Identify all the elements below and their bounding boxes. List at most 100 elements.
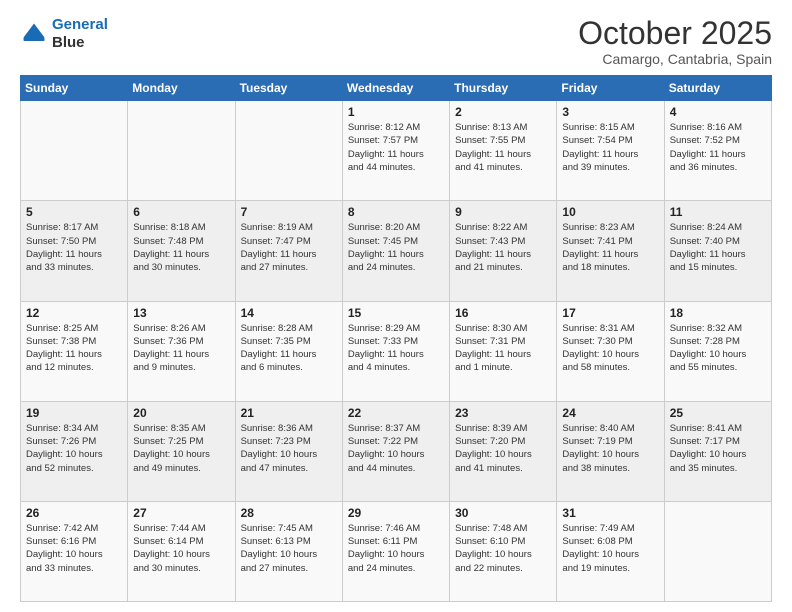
day-number: 10 xyxy=(562,205,658,219)
day-info: Sunrise: 8:15 AMSunset: 7:54 PMDaylight:… xyxy=(562,121,658,174)
title-block: October 2025 Camargo, Cantabria, Spain xyxy=(578,16,772,67)
day-number: 26 xyxy=(26,506,122,520)
calendar-week-row: 5Sunrise: 8:17 AMSunset: 7:50 PMDaylight… xyxy=(21,201,772,301)
page: General Blue October 2025 Camargo, Canta… xyxy=(0,0,792,612)
calendar-day-cell xyxy=(235,101,342,201)
calendar-day-cell xyxy=(21,101,128,201)
day-number: 11 xyxy=(670,205,766,219)
calendar-week-row: 19 Sunrise: 8:34 AMSunset: 7:26 PMDayligh… xyxy=(21,401,772,501)
calendar-day-cell xyxy=(128,101,235,201)
day-info: Sunrise: 7:49 AMSunset: 6:08 PMDaylight:… xyxy=(562,522,658,575)
calendar-day-cell: 23 Sunrise: 8:39 AMSunset: 7:20 PMDayligh… xyxy=(450,401,557,501)
calendar-day-cell: 20 Sunrise: 8:35 AMSunset: 7:25 PMDayligh… xyxy=(128,401,235,501)
day-number: 21 xyxy=(241,406,337,420)
calendar-day-cell: 26 Sunrise: 7:42 AMSunset: 6:16 PMDayligh… xyxy=(21,501,128,601)
calendar-day-cell: 13 Sunrise: 8:26 AMSunset: 7:36 PMDayligh… xyxy=(128,301,235,401)
col-saturday: Saturday xyxy=(664,76,771,101)
calendar-day-cell: 6Sunrise: 8:18 AMSunset: 7:48 PMDaylight… xyxy=(128,201,235,301)
day-info: Sunrise: 8:19 AMSunset: 7:47 PMDaylight:… xyxy=(241,221,337,274)
day-info: Sunrise: 7:48 AMSunset: 6:10 PMDaylight:… xyxy=(455,522,551,575)
calendar-day-cell: 19 Sunrise: 8:34 AMSunset: 7:26 PMDayligh… xyxy=(21,401,128,501)
col-wednesday: Wednesday xyxy=(342,76,449,101)
day-info: Sunrise: 8:28 AMSunset: 7:35 PMDaylight:… xyxy=(241,322,337,375)
calendar-day-cell: 10Sunrise: 8:23 AMSunset: 7:41 PMDayligh… xyxy=(557,201,664,301)
calendar-week-row: 12Sunrise: 8:25 AMSunset: 7:38 PMDayligh… xyxy=(21,301,772,401)
day-number: 20 xyxy=(133,406,229,420)
day-number: 27 xyxy=(133,506,229,520)
day-info: Sunrise: 8:22 AMSunset: 7:43 PMDaylight:… xyxy=(455,221,551,274)
day-info: Sunrise: 8:29 AMSunset: 7:33 PMDaylight:… xyxy=(348,322,444,375)
calendar-day-cell: 12Sunrise: 8:25 AMSunset: 7:38 PMDayligh… xyxy=(21,301,128,401)
day-info: Sunrise: 8:40 AMSunset: 7:19 PMDaylight:… xyxy=(562,422,658,475)
calendar-day-cell: 21 Sunrise: 8:36 AMSunset: 7:23 PMDayligh… xyxy=(235,401,342,501)
calendar-day-cell: 29 Sunrise: 7:46 AMSunset: 6:11 PMDayligh… xyxy=(342,501,449,601)
logo-icon xyxy=(20,20,48,48)
day-number: 1 xyxy=(348,105,444,119)
day-info: Sunrise: 8:32 AMSunset: 7:28 PMDaylight:… xyxy=(670,322,766,375)
day-info: Sunrise: 7:44 AMSunset: 6:14 PMDaylight:… xyxy=(133,522,229,575)
day-number: 4 xyxy=(670,105,766,119)
calendar-day-cell: 28 Sunrise: 7:45 AMSunset: 6:13 PMDayligh… xyxy=(235,501,342,601)
col-monday: Monday xyxy=(128,76,235,101)
day-info: Sunrise: 8:39 AMSunset: 7:20 PMDaylight:… xyxy=(455,422,551,475)
calendar-week-row: 26 Sunrise: 7:42 AMSunset: 6:16 PMDayligh… xyxy=(21,501,772,601)
day-number: 3 xyxy=(562,105,658,119)
day-info: Sunrise: 8:24 AMSunset: 7:40 PMDaylight:… xyxy=(670,221,766,274)
day-info: Sunrise: 8:30 AMSunset: 7:31 PMDaylight:… xyxy=(455,322,551,375)
day-number: 23 xyxy=(455,406,551,420)
day-number: 9 xyxy=(455,205,551,219)
calendar-day-cell: 31 Sunrise: 7:49 AMSunset: 6:08 PMDayligh… xyxy=(557,501,664,601)
col-tuesday: Tuesday xyxy=(235,76,342,101)
calendar-day-cell: 24 Sunrise: 8:40 AMSunset: 7:19 PMDayligh… xyxy=(557,401,664,501)
day-number: 25 xyxy=(670,406,766,420)
calendar-day-cell: 25 Sunrise: 8:41 AMSunset: 7:17 PMDayligh… xyxy=(664,401,771,501)
day-number: 18 xyxy=(670,306,766,320)
header: General Blue October 2025 Camargo, Canta… xyxy=(20,16,772,67)
calendar-day-cell: 9 Sunrise: 8:22 AMSunset: 7:43 PMDaylight… xyxy=(450,201,557,301)
calendar-day-cell xyxy=(664,501,771,601)
calendar-day-cell: 3 Sunrise: 8:15 AMSunset: 7:54 PMDaylight… xyxy=(557,101,664,201)
day-info: Sunrise: 8:26 AMSunset: 7:36 PMDaylight:… xyxy=(133,322,229,375)
calendar-day-cell: 16 Sunrise: 8:30 AMSunset: 7:31 PMDayligh… xyxy=(450,301,557,401)
calendar-day-cell: 14 Sunrise: 8:28 AMSunset: 7:35 PMDayligh… xyxy=(235,301,342,401)
calendar-day-cell: 27 Sunrise: 7:44 AMSunset: 6:14 PMDayligh… xyxy=(128,501,235,601)
calendar-day-cell: 17Sunrise: 8:31 AMSunset: 7:30 PMDayligh… xyxy=(557,301,664,401)
day-number: 2 xyxy=(455,105,551,119)
col-sunday: Sunday xyxy=(21,76,128,101)
calendar-day-cell: 30 Sunrise: 7:48 AMSunset: 6:10 PMDayligh… xyxy=(450,501,557,601)
day-info: Sunrise: 8:16 AMSunset: 7:52 PMDaylight:… xyxy=(670,121,766,174)
day-number: 22 xyxy=(348,406,444,420)
day-number: 31 xyxy=(562,506,658,520)
day-info: Sunrise: 8:17 AMSunset: 7:50 PMDaylight:… xyxy=(26,221,122,274)
day-info: Sunrise: 8:35 AMSunset: 7:25 PMDaylight:… xyxy=(133,422,229,475)
col-thursday: Thursday xyxy=(450,76,557,101)
day-info: Sunrise: 7:45 AMSunset: 6:13 PMDaylight:… xyxy=(241,522,337,575)
day-number: 16 xyxy=(455,306,551,320)
day-number: 19 xyxy=(26,406,122,420)
day-number: 29 xyxy=(348,506,444,520)
day-number: 12 xyxy=(26,306,122,320)
calendar: Sunday Monday Tuesday Wednesday Thursday… xyxy=(20,75,772,602)
day-number: 30 xyxy=(455,506,551,520)
day-number: 13 xyxy=(133,306,229,320)
day-info: Sunrise: 8:34 AMSunset: 7:26 PMDaylight:… xyxy=(26,422,122,475)
calendar-day-cell: 11 Sunrise: 8:24 AMSunset: 7:40 PMDayligh… xyxy=(664,201,771,301)
logo: General Blue xyxy=(20,16,108,52)
location-title: Camargo, Cantabria, Spain xyxy=(578,51,772,67)
day-info: Sunrise: 8:20 AMSunset: 7:45 PMDaylight:… xyxy=(348,221,444,274)
day-number: 15 xyxy=(348,306,444,320)
day-info: Sunrise: 8:41 AMSunset: 7:17 PMDaylight:… xyxy=(670,422,766,475)
day-number: 7 xyxy=(241,205,337,219)
month-title: October 2025 xyxy=(578,16,772,51)
day-info: Sunrise: 7:42 AMSunset: 6:16 PMDaylight:… xyxy=(26,522,122,575)
day-number: 28 xyxy=(241,506,337,520)
col-friday: Friday xyxy=(557,76,664,101)
calendar-day-cell: 2Sunrise: 8:13 AMSunset: 7:55 PMDaylight… xyxy=(450,101,557,201)
day-info: Sunrise: 8:18 AMSunset: 7:48 PMDaylight:… xyxy=(133,221,229,274)
day-info: Sunrise: 7:46 AMSunset: 6:11 PMDaylight:… xyxy=(348,522,444,575)
day-info: Sunrise: 8:12 AMSunset: 7:57 PMDaylight:… xyxy=(348,121,444,174)
day-info: Sunrise: 8:36 AMSunset: 7:23 PMDaylight:… xyxy=(241,422,337,475)
day-number: 24 xyxy=(562,406,658,420)
calendar-day-cell: 7 Sunrise: 8:19 AMSunset: 7:47 PMDaylight… xyxy=(235,201,342,301)
day-number: 14 xyxy=(241,306,337,320)
